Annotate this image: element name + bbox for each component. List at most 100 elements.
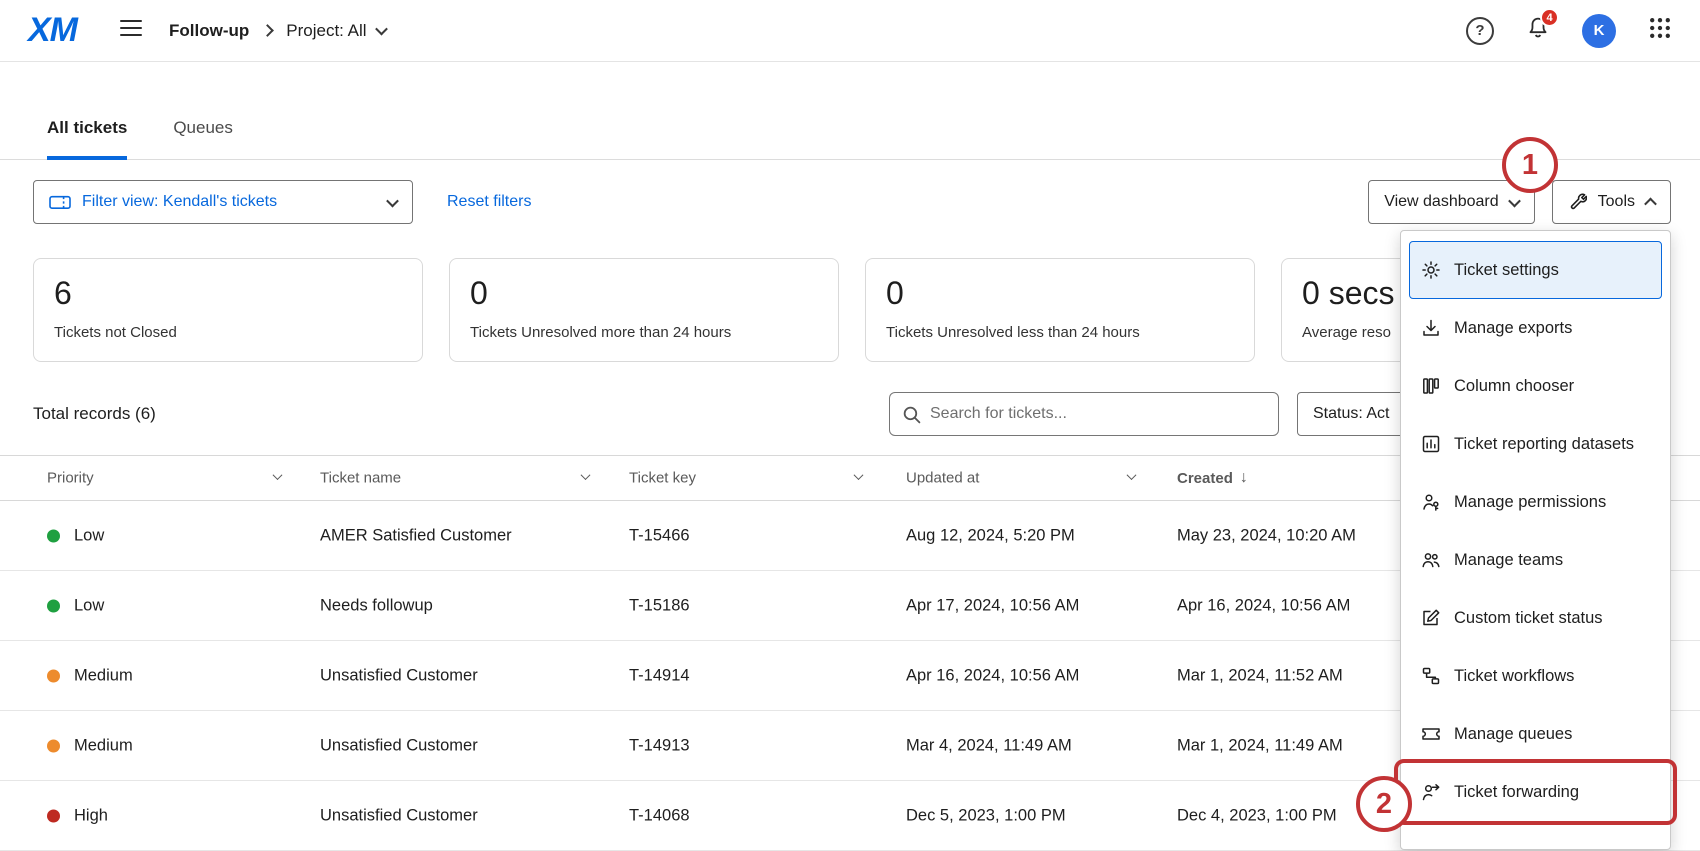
priority-label: Low bbox=[74, 596, 104, 615]
bar-chart-icon bbox=[1421, 434, 1441, 454]
stat-card-unresolved-less-24h: 0 Tickets Unresolved less than 24 hours bbox=[865, 258, 1255, 362]
ticket-name: Unsatisfied Customer bbox=[320, 736, 478, 755]
stat-value: 0 bbox=[886, 275, 1234, 312]
view-dashboard-label: View dashboard bbox=[1384, 193, 1498, 211]
column-header-priority[interactable]: Priority bbox=[47, 470, 94, 487]
breadcrumb-section[interactable]: Follow-up bbox=[169, 21, 249, 41]
help-icon[interactable]: ? bbox=[1466, 17, 1494, 45]
menu-item-ticket-workflows[interactable]: Ticket workflows bbox=[1409, 647, 1662, 705]
created-at: Mar 1, 2024, 11:52 AM bbox=[1177, 666, 1343, 685]
view-dashboard-button[interactable]: View dashboard bbox=[1368, 180, 1534, 224]
annotation-step-2: 2 bbox=[1356, 776, 1412, 832]
reset-filters-link[interactable]: Reset filters bbox=[447, 193, 531, 211]
created-at: May 23, 2024, 10:20 AM bbox=[1177, 526, 1356, 545]
ticket-name: AMER Satisfied Customer bbox=[320, 526, 512, 545]
priority-dot bbox=[47, 599, 60, 612]
menu-item-manage-teams[interactable]: Manage teams bbox=[1409, 531, 1662, 589]
menu-item-column-chooser[interactable]: Column chooser bbox=[1409, 357, 1662, 415]
tools-button[interactable]: Tools bbox=[1552, 180, 1671, 224]
column-header-created[interactable]: Created ↓ bbox=[1177, 469, 1248, 487]
breadcrumb-project-selector[interactable]: Project: All bbox=[286, 21, 385, 41]
chevron-down-icon[interactable] bbox=[1127, 470, 1137, 480]
priority-label: High bbox=[74, 806, 108, 825]
tab-queues[interactable]: Queues bbox=[173, 118, 233, 160]
priority-dot bbox=[47, 669, 60, 682]
ticket-key: T-14913 bbox=[629, 736, 690, 755]
top-bar: XM Follow-up Project: All ? 4 K bbox=[0, 0, 1700, 62]
ticket-key: T-15466 bbox=[629, 526, 690, 545]
updated-at: Dec 5, 2023, 1:00 PM bbox=[906, 806, 1066, 825]
stat-value: 0 bbox=[470, 275, 818, 312]
person-key-icon bbox=[1421, 492, 1441, 512]
filter-view-dropdown[interactable]: Filter view: Kendall's tickets bbox=[33, 180, 413, 224]
workflow-icon bbox=[1421, 666, 1441, 686]
ticket-icon bbox=[49, 194, 71, 211]
created-at: Mar 1, 2024, 11:49 AM bbox=[1177, 736, 1343, 755]
wrench-icon bbox=[1568, 193, 1587, 212]
apps-grid-icon[interactable] bbox=[1648, 16, 1672, 45]
ticket-key: T-14914 bbox=[629, 666, 690, 685]
updated-at: Apr 17, 2024, 10:56 AM bbox=[906, 596, 1079, 615]
priority-dot bbox=[47, 529, 60, 542]
tab-all-tickets[interactable]: All tickets bbox=[47, 118, 127, 160]
total-records-label: Total records (6) bbox=[33, 392, 156, 436]
column-header-ticket-name[interactable]: Ticket name bbox=[320, 470, 401, 487]
created-at: Dec 4, 2023, 1:00 PM bbox=[1177, 806, 1337, 825]
notifications-button[interactable]: 4 bbox=[1526, 16, 1550, 45]
search-input[interactable] bbox=[930, 405, 1266, 423]
menu-item-manage-queues[interactable]: Manage queues bbox=[1409, 705, 1662, 763]
priority-dot bbox=[47, 739, 60, 752]
priority-label: Medium bbox=[74, 666, 133, 685]
tools-dropdown-menu: Ticket settings Manage exports Column ch… bbox=[1400, 230, 1671, 850]
column-header-ticket-key[interactable]: Ticket key bbox=[629, 470, 696, 487]
tools-label: Tools bbox=[1598, 193, 1635, 211]
menu-item-ticket-settings[interactable]: Ticket settings bbox=[1409, 241, 1662, 299]
chevron-right-icon bbox=[261, 24, 274, 37]
stat-label: Tickets Unresolved less than 24 hours bbox=[886, 324, 1234, 341]
xm-logo: XM bbox=[28, 11, 77, 50]
stat-value: 6 bbox=[54, 275, 402, 312]
people-icon bbox=[1421, 550, 1441, 570]
updated-at: Aug 12, 2024, 5:20 PM bbox=[906, 526, 1075, 545]
status-filter-label: Status: Act bbox=[1313, 405, 1389, 423]
ticket-tabs: All tickets Queues bbox=[0, 62, 1700, 160]
priority-label: Low bbox=[74, 526, 104, 545]
ticket-key: T-14068 bbox=[629, 806, 690, 825]
annotation-highlight-rect bbox=[1394, 759, 1677, 825]
menu-item-manage-exports[interactable]: Manage exports bbox=[1409, 299, 1662, 357]
priority-label: Medium bbox=[74, 736, 133, 755]
menu-item-ticket-reporting-datasets[interactable]: Ticket reporting datasets bbox=[1409, 415, 1662, 473]
filter-view-label: Filter view: Kendall's tickets bbox=[82, 193, 377, 211]
notification-badge: 4 bbox=[1540, 8, 1559, 27]
ticket-name: Needs followup bbox=[320, 596, 433, 615]
stat-label: Tickets Unresolved more than 24 hours bbox=[470, 324, 818, 341]
gear-icon bbox=[1421, 260, 1441, 280]
created-at: Apr 16, 2024, 10:56 AM bbox=[1177, 596, 1350, 615]
chevron-down-icon bbox=[386, 194, 399, 207]
chevron-down-icon[interactable] bbox=[273, 470, 283, 480]
chevron-down-icon bbox=[1508, 194, 1521, 207]
breadcrumb-project-label: Project: All bbox=[286, 21, 366, 41]
menu-item-custom-ticket-status[interactable]: Custom ticket status bbox=[1409, 589, 1662, 647]
chevron-down-icon[interactable] bbox=[854, 470, 864, 480]
priority-dot bbox=[47, 809, 60, 822]
column-header-updated-at[interactable]: Updated at bbox=[906, 470, 979, 487]
ticket-search[interactable] bbox=[889, 392, 1279, 436]
filter-bar: Filter view: Kendall's tickets Reset fil… bbox=[33, 180, 1671, 224]
updated-at: Mar 4, 2024, 11:49 AM bbox=[906, 736, 1072, 755]
ticket-name: Unsatisfied Customer bbox=[320, 666, 478, 685]
ticket-key: T-15186 bbox=[629, 596, 690, 615]
hamburger-menu-icon[interactable] bbox=[119, 18, 143, 43]
annotation-step-1: 1 bbox=[1502, 137, 1558, 193]
download-icon bbox=[1421, 318, 1441, 338]
chevron-up-icon bbox=[1644, 197, 1657, 210]
updated-at: Apr 16, 2024, 10:56 AM bbox=[906, 666, 1079, 685]
ticket-icon bbox=[1421, 724, 1441, 744]
sort-descending-icon: ↓ bbox=[1240, 469, 1248, 487]
ticket-name: Unsatisfied Customer bbox=[320, 806, 478, 825]
avatar[interactable]: K bbox=[1582, 14, 1616, 48]
columns-icon bbox=[1421, 376, 1441, 396]
stat-card-unresolved-more-24h: 0 Tickets Unresolved more than 24 hours bbox=[449, 258, 839, 362]
menu-item-manage-permissions[interactable]: Manage permissions bbox=[1409, 473, 1662, 531]
chevron-down-icon[interactable] bbox=[581, 470, 591, 480]
